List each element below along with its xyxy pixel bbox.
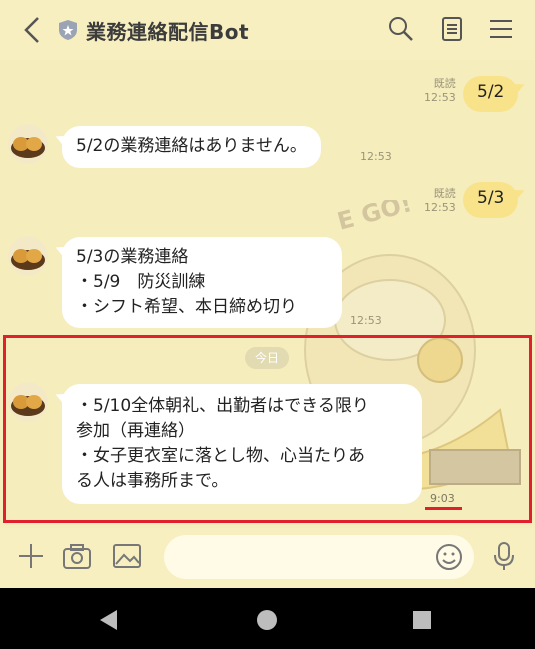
avatar-image — [8, 124, 48, 164]
avatar-image — [8, 236, 48, 276]
camera-icon[interactable] — [61, 540, 93, 572]
message-time: 12:53 — [424, 91, 456, 104]
menu-icon[interactable] — [486, 14, 516, 44]
bot-avatar[interactable] — [8, 236, 48, 276]
chat-area[interactable]: E GO! 既読 12:53 5/2 5/2の業務連絡はありません。 12:53… — [0, 60, 535, 528]
message-line: ・5/9 防災訓練 — [76, 272, 206, 292]
chat-header: 業務連絡配信Bot — [0, 0, 535, 60]
notes-icon[interactable] — [437, 14, 467, 44]
sent-message-bubble[interactable]: 5/2 — [463, 76, 518, 112]
message-time: 12:53 — [424, 201, 456, 214]
shield-icon — [59, 20, 77, 40]
back-icon[interactable] — [20, 14, 46, 46]
received-message-bubble[interactable]: 5/3の業務連絡 ・5/9 防災訓練 ・シフト希望、本日締め切り — [62, 237, 342, 328]
highlight-box — [3, 335, 532, 523]
plus-icon[interactable] — [15, 540, 47, 572]
bot-avatar[interactable] — [8, 124, 48, 164]
message-input[interactable] — [164, 535, 474, 579]
nav-home-icon[interactable] — [255, 608, 279, 632]
input-bar — [0, 528, 535, 588]
read-receipt: 既読 — [433, 187, 456, 200]
nav-recents-icon[interactable] — [410, 608, 434, 632]
message-line: ・シフト希望、本日締め切り — [76, 297, 297, 317]
chat-title: 業務連絡配信Bot — [86, 20, 250, 44]
search-icon[interactable] — [386, 14, 416, 44]
image-icon[interactable] — [111, 540, 143, 572]
received-message-bubble[interactable]: 5/2の業務連絡はありません。 — [62, 126, 321, 168]
nav-back-icon[interactable] — [97, 608, 121, 632]
message-line: 5/3の業務連絡 — [76, 247, 189, 267]
time-underline-mark — [425, 507, 462, 510]
message-time: 12:53 — [360, 150, 392, 163]
system-nav-bar — [0, 588, 535, 649]
microphone-icon[interactable] — [488, 540, 520, 572]
svg-text:E GO!: E GO! — [334, 200, 414, 236]
sent-message-bubble[interactable]: 5/3 — [463, 182, 518, 218]
message-time: 12:53 — [350, 314, 382, 327]
emoji-icon[interactable] — [433, 541, 465, 573]
read-receipt: 既読 — [433, 77, 456, 90]
